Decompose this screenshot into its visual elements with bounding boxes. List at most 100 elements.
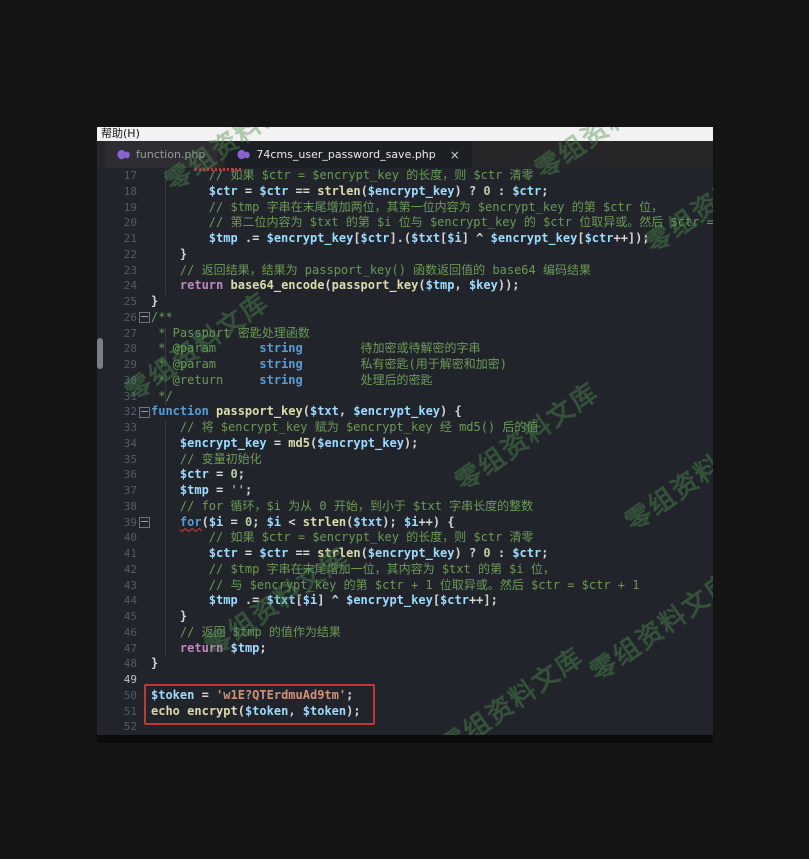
line-number: 35 [97,452,137,468]
code-text: // 如果 $ctr = $encrypt_key 的长度，则 $ctr 清零 [151,530,534,546]
code-text: // for 循环，$i 为从 0 开始，到小于 $txt 字串长度的整数 [151,499,533,515]
fold-column [137,407,151,418]
menu-help[interactable]: 帮助(H) [97,127,144,141]
line-number: 34 [97,436,137,452]
annotation-box [144,684,375,725]
code-text: } [151,294,158,310]
code-line: 38 // for 循环，$i 为从 0 开始，到小于 $txt 字串长度的整数 [97,499,713,515]
tab-label: function.php [136,148,205,161]
code-text: // $tmp 字串在末尾增加两位，其第一位内容为 $encrypt_key 的… [151,200,663,216]
code-text: function passport_key($txt, $encrypt_key… [151,404,462,420]
code-text: } [151,247,187,263]
code-text: * @param string 私有密匙(用于解密和加密) [151,357,507,373]
line-number: 37 [97,483,137,499]
code-line: 25} [97,294,713,310]
code-line: 32 function passport_key($txt, $encrypt_k… [97,404,713,420]
code-text: return $tmp; [151,641,267,657]
line-number: 38 [97,499,137,515]
code-text: * @param string 待加密或待解密的字串 [151,341,481,357]
code-line: 42 // $tmp 字串在末尾增加一位，其内容为 $txt 的第 $i 位， [97,562,713,578]
line-number: 43 [97,578,137,594]
code-text: * @return string 处理后的密匙 [151,373,433,389]
code-text: $ctr = $ctr == strlen($encrypt_key) ? 0 … [151,184,548,200]
code-line: 19 // $tmp 字串在末尾增加两位，其第一位内容为 $encrypt_ke… [97,200,713,216]
code-line: 46 // 返回 $tmp 的值作为结果 [97,625,713,641]
code-line: 45 } [97,609,713,625]
line-number: 32 [97,404,137,420]
code-line: 17 // 如果 $ctr = $encrypt_key 的长度，则 $ctr … [97,168,713,184]
code-text: $ctr = $ctr == strlen($encrypt_key) ? 0 … [151,546,548,562]
code-text: // $tmp 字串在末尾增加一位，其内容为 $txt 的第 $i 位， [151,562,555,578]
code-line: 37 $tmp = ''; [97,483,713,499]
indent-guide [165,421,166,657]
code-line: 47 return $tmp; [97,641,713,657]
line-number: 49 [97,672,137,688]
line-number: 42 [97,562,137,578]
code-line: 36 $ctr = 0; [97,467,713,483]
code-text: } [151,609,187,625]
menu-bar: 帮助(H) [97,127,713,141]
code-text: $tmp .= $encrypt_key[$ctr].($txt[$i] ^ $… [151,231,650,247]
code-line: 48} [97,656,713,672]
line-number: 27 [97,326,137,342]
fold-marker-icon[interactable] [139,312,150,323]
app-window: 帮助(H) function.php 74cms_user_password_s… [97,127,713,735]
tab-74cms-user-password-save-php[interactable]: 74cms_user_password_save.php × [225,141,471,168]
code-line: 44 $tmp .= $txt[$i] ^ $encrypt_key[$ctr+… [97,593,713,609]
line-number: 40 [97,530,137,546]
tab-bar: function.php 74cms_user_password_save.ph… [97,141,713,168]
fold-marker-icon[interactable] [139,517,150,528]
php-file-icon [237,149,250,160]
code-editor[interactable]: 17 // 如果 $ctr = $encrypt_key 的长度，则 $ctr … [97,168,713,735]
code-line: 22 } [97,247,713,263]
line-number: 36 [97,467,137,483]
line-number: 45 [97,609,137,625]
php-file-icon [117,149,130,160]
code-line: 26/** [97,310,713,326]
code-text: // 变量初始化 [151,452,262,468]
code-line: 18 $ctr = $ctr == strlen($encrypt_key) ?… [97,184,713,200]
fold-marker-icon[interactable] [139,407,150,418]
code-text: */ [151,389,173,405]
code-line: 24 return base64_encode(passport_key($tm… [97,278,713,294]
line-number: 19 [97,200,137,216]
line-number: 44 [97,593,137,609]
indent-guide [165,170,166,295]
line-number: 50 [97,688,137,704]
line-number: 46 [97,625,137,641]
code-text: $tmp = ''; [151,483,252,499]
code-line: 28 * @param string 待加密或待解密的字串 [97,341,713,357]
line-number: 25 [97,294,137,310]
code-text: // 与 $encrypt_key 的第 $ctr + 1 位取异或。然后 $c… [151,578,639,594]
indent-guide [165,327,166,405]
code-line: 34 $encrypt_key = md5($encrypt_key); [97,436,713,452]
code-text: // 第二位内容为 $txt 的第 $i 位与 $encrypt_key 的 $… [151,215,713,231]
code-lines: 17 // 如果 $ctr = $encrypt_key 的长度，则 $ctr … [97,168,713,735]
code-line: 27 * Passport 密匙处理函数 [97,326,713,342]
line-number: 23 [97,263,137,279]
line-number: 24 [97,278,137,294]
line-number: 52 [97,719,137,735]
line-number: 20 [97,215,137,231]
window-bottom-edge [97,735,713,743]
code-text: $encrypt_key = md5($encrypt_key); [151,436,418,452]
line-number: 22 [97,247,137,263]
line-number: 18 [97,184,137,200]
tab-function-php[interactable]: function.php [105,141,217,168]
code-text: $tmp .= $txt[$i] ^ $encrypt_key[$ctr++]; [151,593,498,609]
scrollbar-thumb[interactable] [97,338,103,369]
code-line: 20 // 第二位内容为 $txt 的第 $i 位与 $encrypt_key … [97,215,713,231]
close-tab-icon[interactable]: × [450,149,460,161]
code-text: // 返回结果，结果为 passport_key() 函数返回值的 base64… [151,263,591,279]
code-line: 31 */ [97,389,713,405]
line-number: 51 [97,704,137,720]
code-line: 43 // 与 $encrypt_key 的第 $ctr + 1 位取异或。然后… [97,578,713,594]
line-number: 39 [97,515,137,531]
code-line: 40 // 如果 $ctr = $encrypt_key 的长度，则 $ctr … [97,530,713,546]
line-number: 41 [97,546,137,562]
fold-column [137,517,151,528]
code-text: /** [151,310,173,326]
code-text: for($i = 0; $i < strlen($txt); $i++) { [151,515,455,531]
line-number: 30 [97,373,137,389]
line-number: 28 [97,341,137,357]
